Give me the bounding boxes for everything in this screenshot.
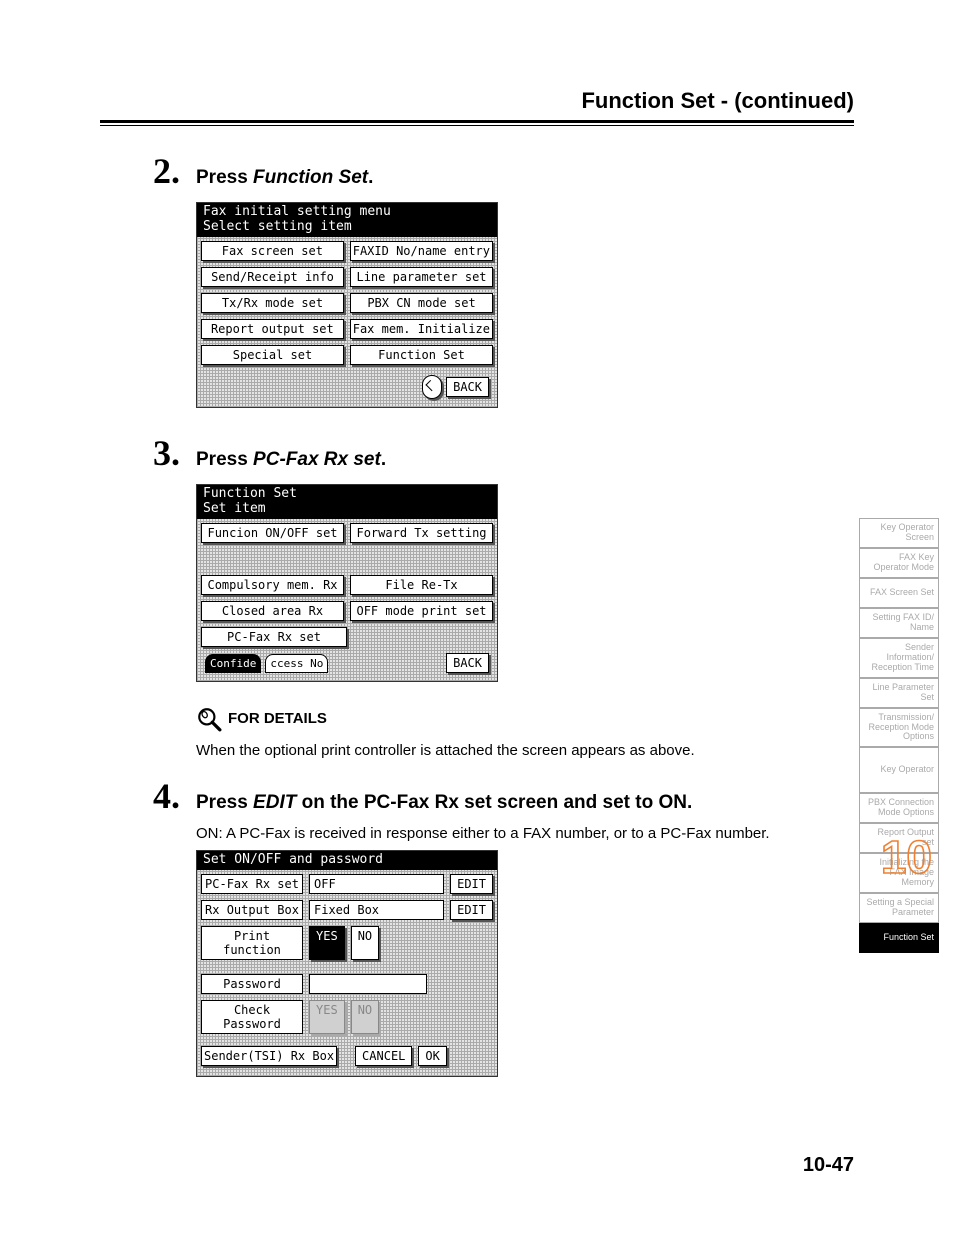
lcd1-btn-txrx[interactable]: Tx/Rx mode set	[201, 293, 344, 313]
lcd1-btn-function-set[interactable]: Function Set	[350, 345, 493, 365]
step-4-em: EDIT	[253, 792, 296, 813]
lcd3-label-password: Password	[201, 974, 303, 994]
lcd3-checkpw-no[interactable]: NO	[351, 1000, 379, 1034]
step-4-sub: ON: A PC-Fax is received in response eit…	[196, 823, 850, 844]
lcd2-blank-5b	[353, 627, 493, 647]
lcd3-val-password[interactable]	[309, 974, 427, 994]
for-details-label: FOR DETAILS	[228, 710, 327, 727]
lcd-screen-1: Fax initial setting menu Select setting …	[196, 202, 498, 408]
side-tab-report-output-set[interactable]: Report Output set	[859, 823, 939, 853]
step-4-text: Press EDIT on the PC-Fax Rx set screen a…	[196, 792, 692, 814]
lcd3-printfunc-yes[interactable]: YES	[309, 926, 345, 960]
step-2-text: Press Function Set.	[196, 167, 373, 189]
running-header-title: Function Set - (continued)	[581, 88, 854, 114]
lcd2-btn-pc-fax-rx-set[interactable]: PC-Fax Rx set	[201, 627, 347, 647]
lcd2-btn-file-retx[interactable]: File Re-Tx	[350, 575, 493, 595]
step-4: 4. Press EDIT on the PC-Fax Rx set scree…	[140, 775, 850, 817]
lcd3-checkpw-yes[interactable]: YES	[309, 1000, 345, 1034]
lcd3-label-pcfaxrx: PC-Fax Rx set	[201, 874, 303, 894]
side-tab-function-set[interactable]: Function Set	[859, 923, 939, 953]
lcd-screen-2: Function Set Set item Funcion ON/OFF set…	[196, 484, 498, 682]
lcd-screen-3: Set ON/OFF and password PC-Fax Rx set OF…	[196, 850, 498, 1077]
step-3-number: 3.	[140, 432, 180, 474]
side-nav-tabs: Key Operator Screen FAX Key Operator Mod…	[859, 518, 939, 953]
lcd2-title-line2: Set item	[203, 501, 266, 516]
lcd2-blank-1a	[201, 549, 344, 569]
lcd1-title-line2: Select setting item	[203, 219, 352, 234]
side-tab-fax-key-operator-mode[interactable]: FAX Key Operator Mode	[859, 548, 939, 578]
lcd1-title: Fax initial setting menu Select setting …	[197, 203, 497, 237]
lcd1-btn-back[interactable]: BACK	[446, 377, 489, 397]
step-4-number: 4.	[140, 775, 180, 817]
lcd2-tab-confide[interactable]: Confide	[205, 654, 261, 673]
lcd3-btn-cancel[interactable]: CANCEL	[355, 1046, 412, 1066]
step-3-post: .	[381, 449, 386, 470]
side-tab-fax-screen-set[interactable]: FAX Screen Set	[859, 578, 939, 608]
step-2-em: Function Set	[253, 167, 368, 188]
step-4-pre: Press	[196, 792, 253, 813]
step-3-text: Press PC-Fax Rx set.	[196, 449, 386, 471]
lcd3-label-rxoutput: Rx Output Box	[201, 900, 303, 920]
lcd3-val-rxoutput: Fixed Box	[309, 900, 444, 920]
step-3: 3. Press PC-Fax Rx set.	[140, 432, 850, 474]
lcd3-label-checkpw: Check Password	[201, 1000, 303, 1034]
lcd1-btn-report-output[interactable]: Report output set	[201, 319, 344, 339]
header-rule	[100, 120, 854, 126]
side-tab-setting-special-parameter[interactable]: Setting a Special Parameter	[859, 893, 939, 923]
step-2-pre: Press	[196, 167, 253, 188]
lcd1-btn-faxid[interactable]: FAXID No/name entry	[350, 241, 493, 261]
side-tab-pbx-connection-mode[interactable]: PBX Connection Mode Options	[859, 793, 939, 823]
step-2-post: .	[368, 167, 373, 188]
lcd2-btn-back[interactable]: BACK	[446, 653, 489, 673]
lcd3-printfunc-no[interactable]: NO	[351, 926, 379, 960]
lcd2-title-line1: Function Set	[203, 486, 297, 501]
lcd1-btn-pbx-cn[interactable]: PBX CN mode set	[350, 293, 493, 313]
lcd3-label-printfunc: Print function	[201, 926, 303, 960]
lcd1-btn-special-set[interactable]: Special set	[201, 345, 344, 365]
lcd2-btn-onoff[interactable]: Funcion ON/OFF set	[201, 523, 344, 543]
magnifying-glass-icon	[196, 706, 222, 732]
page-number: 10-47	[803, 1154, 854, 1177]
lcd1-btn-line-param[interactable]: Line parameter set	[350, 267, 493, 287]
step-3-em: PC-Fax Rx set	[253, 449, 381, 470]
lcd1-title-line1: Fax initial setting menu	[203, 204, 391, 219]
step-4-post: on the PC-Fax Rx set screen and set to O…	[296, 792, 692, 813]
lcd2-blank-1b	[350, 549, 493, 569]
lcd2-btn-off-mode-print[interactable]: OFF mode print set	[350, 601, 493, 621]
side-tab-key-operator-screen[interactable]: Key Operator Screen	[859, 518, 939, 548]
lcd1-btn-fax-mem-init[interactable]: Fax mem. Initialize	[350, 319, 493, 339]
side-tab-setting-faxid-name[interactable]: Setting FAX ID/ Name	[859, 608, 939, 638]
lcd2-title: Function Set Set item	[197, 485, 497, 519]
side-tab-sender-info-reception-time[interactable]: Sender Information/ Reception Time	[859, 638, 939, 678]
lcd3-btn-sender-tsi[interactable]: Sender(TSI) Rx Box	[201, 1046, 337, 1066]
lcd2-btn-forward-tx[interactable]: Forward Tx setting	[350, 523, 493, 543]
lcd3-edit-rxoutput[interactable]: EDIT	[450, 900, 493, 920]
lcd1-btn-send-receipt[interactable]: Send/Receipt info	[201, 267, 344, 287]
side-tab-tx-rx-mode-options[interactable]: Transmission/ Reception Mode Options	[859, 708, 939, 748]
lcd2-tab-ccess-no[interactable]: ccess No	[265, 654, 328, 673]
for-details-heading: FOR DETAILS	[196, 706, 850, 732]
side-tab-line-parameter-set[interactable]: Line Parameter Set	[859, 678, 939, 708]
back-arrow-icon[interactable]	[422, 375, 442, 399]
lcd3-edit-pcfaxrx[interactable]: EDIT	[450, 874, 493, 894]
step-2-number: 2.	[140, 150, 180, 192]
step-3-pre: Press	[196, 449, 253, 470]
step-2: 2. Press Function Set.	[140, 150, 850, 192]
side-tab-key-operator[interactable]: Key Operator	[859, 747, 939, 793]
lcd1-btn-fax-screen-set[interactable]: Fax screen set	[201, 241, 344, 261]
for-details-body: When the optional print controller is at…	[196, 740, 850, 761]
lcd3-title: Set ON/OFF and password	[197, 851, 497, 870]
lcd2-btn-compulsory-mem-rx[interactable]: Compulsory mem. Rx	[201, 575, 344, 595]
lcd3-val-pcfaxrx: OFF	[309, 874, 444, 894]
side-tab-init-fax-image-memory[interactable]: Initializing the FAX Image Memory	[859, 853, 939, 893]
lcd3-btn-ok[interactable]: OK	[418, 1046, 446, 1066]
lcd2-btn-closed-area-rx[interactable]: Closed area Rx	[201, 601, 344, 621]
